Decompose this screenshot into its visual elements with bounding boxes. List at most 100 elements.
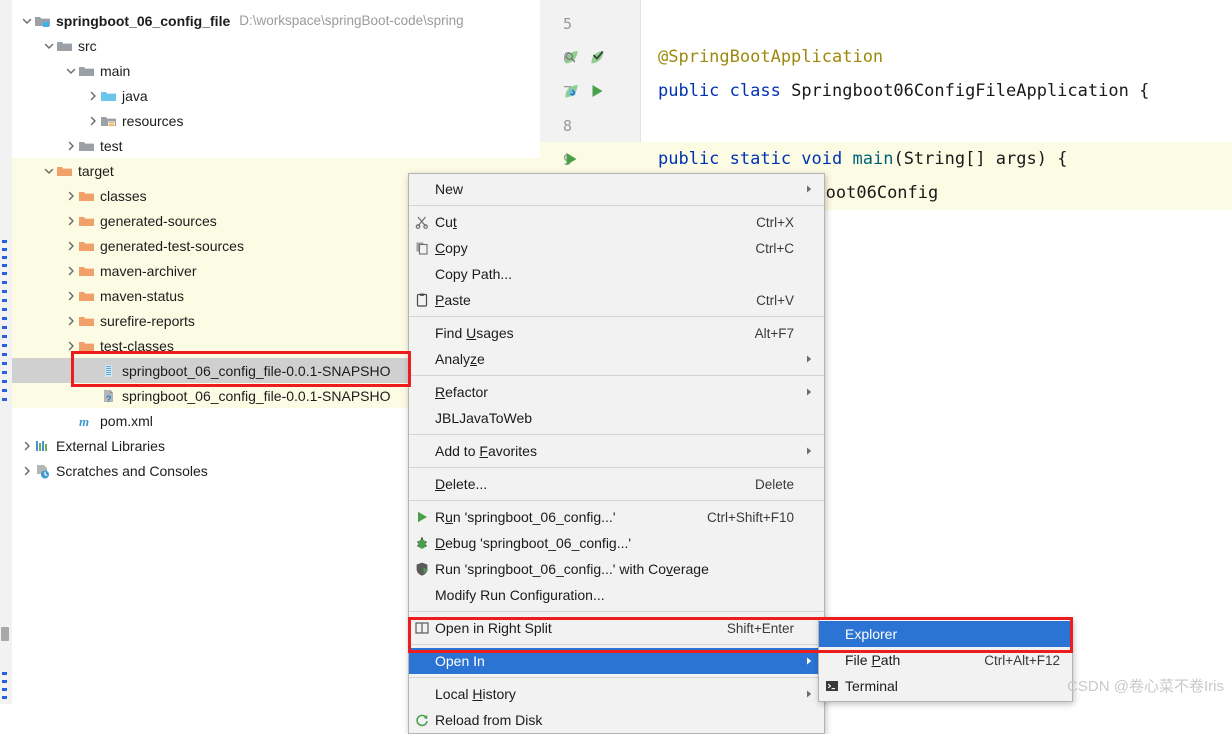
- menu-item-debug-config[interactable]: Debug 'springboot_06_config...': [409, 530, 824, 556]
- watermark: CSDN @卷心菜不卷Iris: [1067, 678, 1224, 695]
- menu-item-label: Delete...: [435, 476, 488, 492]
- unknown-file-icon: ?: [100, 388, 117, 404]
- tree-item-label: maven-status: [100, 287, 185, 304]
- tree-item-path: D:\workspace\springBoot-code\spring: [239, 13, 464, 28]
- tree-expand-collapsed-icon[interactable]: [64, 264, 78, 278]
- menu-item-open-in[interactable]: Open In: [409, 648, 824, 674]
- tree-expand-collapsed-icon[interactable]: [64, 214, 78, 228]
- scratches-icon: [34, 463, 51, 479]
- excluded-folder-icon: [78, 213, 95, 229]
- menu-item-find-usages[interactable]: Find Usages Alt+F7: [409, 320, 824, 346]
- tree-expand-collapsed-icon[interactable]: [64, 314, 78, 328]
- submenu-item-terminal[interactable]: Terminal: [819, 673, 1072, 699]
- tree-row[interactable]: resources: [12, 108, 540, 133]
- resources-folder-icon: [100, 113, 117, 129]
- menu-item-shortcut: Ctrl+X: [756, 214, 794, 230]
- tree-row[interactable]: java: [12, 83, 540, 108]
- tree-expand-expanded-icon[interactable]: [42, 39, 56, 53]
- menu-item-copy[interactable]: Copy Ctrl+C: [409, 235, 824, 261]
- menu-item-add-to-favorites[interactable]: Add to Favorites: [409, 438, 824, 464]
- submenu-item-file-path[interactable]: File Path Ctrl+Alt+F12: [819, 647, 1072, 673]
- ide-window: springboot_06_config_file D:\workspace\sp…: [0, 0, 1232, 734]
- tree-expand-collapsed-icon[interactable]: [20, 464, 34, 478]
- module-folder-icon: [34, 13, 51, 29]
- scissors-icon: [409, 214, 435, 230]
- clipboard-icon: [409, 292, 435, 308]
- menu-item-jbl-java-to-web[interactable]: JBLJavaToWeb: [409, 405, 824, 431]
- tree-expand-collapsed-icon[interactable]: [64, 239, 78, 253]
- tree-expand-collapsed-icon[interactable]: [64, 289, 78, 303]
- menu-item-shortcut: Ctrl+V: [756, 292, 794, 308]
- tree-row[interactable]: test: [12, 133, 540, 158]
- menu-item-shortcut: Delete: [754, 476, 794, 492]
- menu-item-cut[interactable]: Cut Ctrl+X: [409, 209, 824, 235]
- menu-item-shortcut: Ctrl+C: [755, 240, 794, 256]
- menu-item-refactor[interactable]: Refactor: [409, 379, 824, 405]
- tree-expand-collapsed-icon[interactable]: [20, 439, 34, 453]
- code-text: public static void main(String[] args) {: [658, 149, 1068, 169]
- tree-item-label: pom.xml: [100, 412, 153, 429]
- context-menu[interactable]: New Cut Ctrl+X Copy Ctrl+C Copy Path... Paste C…: [408, 173, 825, 734]
- tree-expand-collapsed-icon[interactable]: [86, 89, 100, 103]
- menu-item-reload-from-disk[interactable]: Reload from Disk: [409, 707, 824, 733]
- tree-item-label: target: [78, 162, 114, 179]
- code-line: 6@SpringBootApplication: [540, 40, 1232, 74]
- code-text: @SpringBootApplication: [658, 47, 884, 67]
- coverage-icon: [409, 561, 435, 577]
- open-in-submenu[interactable]: Explorer File Path Ctrl+Alt+F12 Terminal: [818, 618, 1073, 702]
- copy-icon: [409, 240, 435, 256]
- run-gutter-icon[interactable]: [562, 150, 580, 171]
- menu-item-run-with-coverage[interactable]: Run 'springboot_06_config...' with Cover…: [409, 556, 824, 582]
- menu-item-label: Copy Path...: [435, 266, 513, 282]
- submenu-item-label: Explorer: [845, 626, 898, 642]
- tree-item-label: generated-sources: [100, 212, 217, 229]
- tree-expand-expanded-icon[interactable]: [42, 164, 56, 178]
- run-gutter-icon[interactable]: [588, 82, 606, 103]
- tree-expand-collapsed-icon[interactable]: [64, 139, 78, 153]
- menu-item-new[interactable]: New: [409, 176, 824, 202]
- line-number: 5: [562, 15, 572, 33]
- menu-item-label: Modify Run Configuration...: [435, 587, 605, 603]
- menu-separator: [409, 316, 824, 317]
- menu-item-open-in-right-split[interactable]: Open in Right Split Shift+Enter: [409, 615, 824, 641]
- excluded-folder-icon: [56, 163, 73, 179]
- menu-item-shortcut: Alt+F7: [754, 325, 794, 341]
- source-folder-icon: [100, 88, 117, 104]
- tree-expand-collapsed-icon[interactable]: [64, 339, 78, 353]
- tree-row[interactable]: main: [12, 58, 540, 83]
- menu-item-local-history[interactable]: Local History: [409, 681, 824, 707]
- menu-item-copy-path[interactable]: Copy Path...: [409, 261, 824, 287]
- chevron-right-icon: [802, 353, 816, 365]
- tree-row[interactable]: springboot_06_config_file D:\workspace\sp…: [12, 8, 540, 33]
- tree-item-label: generated-test-sources: [100, 237, 244, 254]
- menu-item-modify-run-configuration[interactable]: Modify Run Configuration...: [409, 582, 824, 608]
- folder-icon: [56, 38, 73, 54]
- excluded-folder-icon: [78, 313, 95, 329]
- menu-item-delete[interactable]: Delete... Delete: [409, 471, 824, 497]
- tree-expand-collapsed-icon[interactable]: [64, 189, 78, 203]
- tree-expand-collapsed-icon[interactable]: [86, 114, 100, 128]
- menu-item-label: Paste: [435, 292, 471, 308]
- tree-row[interactable]: src: [12, 33, 540, 58]
- bean-inspect-icon[interactable]: [562, 48, 580, 69]
- menu-item-analyze[interactable]: Analyze: [409, 346, 824, 372]
- tree-item-label: springboot_06_config_file-0.0.1-SNAPSHO: [122, 362, 391, 379]
- menu-separator: [409, 375, 824, 376]
- menu-item-label: JBLJavaToWeb: [435, 410, 533, 426]
- menu-item-run-config[interactable]: Run 'springboot_06_config...' Ctrl+Shift+…: [409, 504, 824, 530]
- bean-check-icon[interactable]: [588, 48, 606, 69]
- menu-item-label: Debug 'springboot_06_config...': [435, 535, 632, 551]
- menu-item-label: Local History: [435, 686, 516, 702]
- menu-item-paste[interactable]: Paste Ctrl+V: [409, 287, 824, 313]
- tree-expand-expanded-icon[interactable]: [64, 64, 78, 78]
- svg-text:m: m: [79, 414, 89, 429]
- submenu-item-explorer[interactable]: Explorer: [819, 621, 1072, 647]
- scrollbar-thumb[interactable]: [1, 627, 9, 641]
- menu-item-label: Copy: [435, 240, 468, 256]
- reload-icon: [409, 712, 435, 728]
- folder-icon: [78, 63, 95, 79]
- tree-expand-expanded-icon[interactable]: [20, 14, 34, 28]
- tree-item-label: springboot_06_config_file-0.0.1-SNAPSHO: [122, 387, 391, 404]
- spring-bean-icon[interactable]: [562, 82, 580, 103]
- excluded-folder-icon: [78, 338, 95, 354]
